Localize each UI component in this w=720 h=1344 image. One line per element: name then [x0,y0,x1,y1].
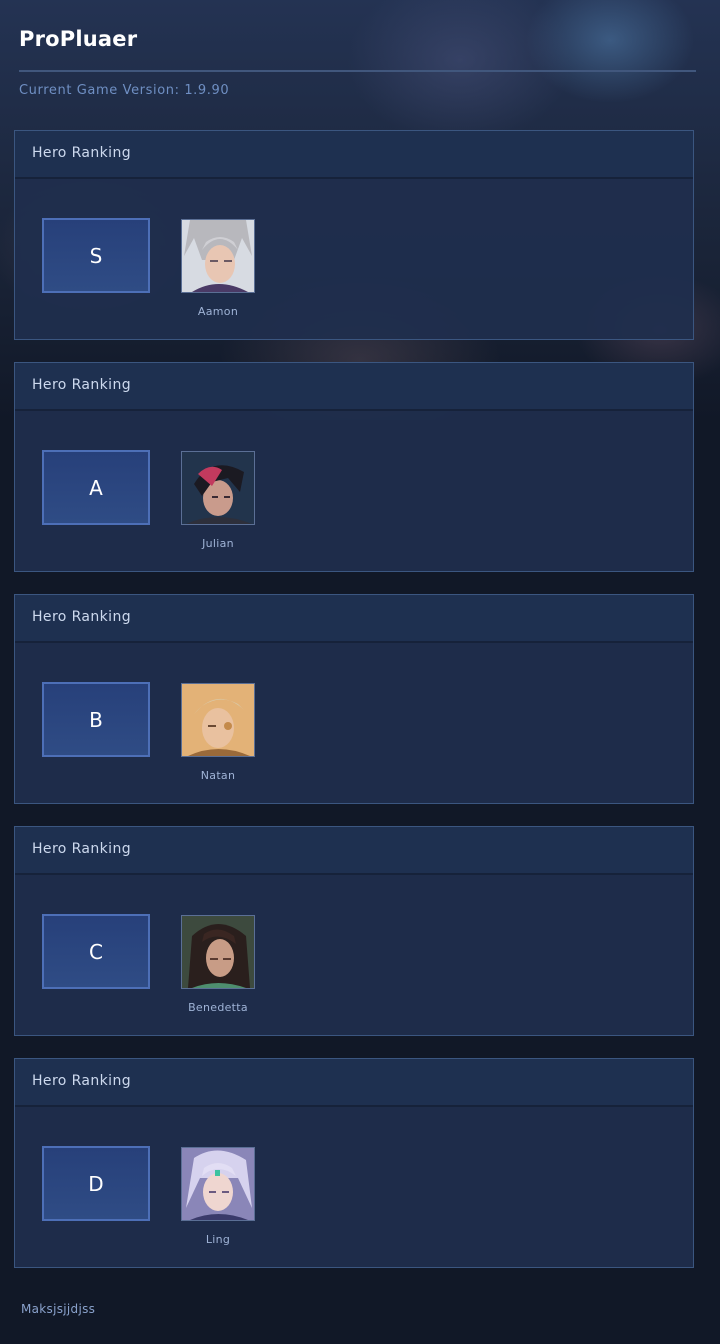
hero-name: Julian [202,537,234,550]
ling-portrait-icon[interactable] [181,1147,255,1221]
tier-badge[interactable]: B [42,682,150,757]
hero-card[interactable]: Benedetta [181,915,255,1014]
ranking-list: Hero Ranking S Aamon Hero Ranking A Juli… [14,130,696,1290]
panel-heading: Hero Ranking [15,1059,693,1107]
hero-card[interactable]: Julian [181,451,255,550]
hero-card[interactable]: Ling [181,1147,255,1246]
hero-card[interactable]: Natan [181,683,255,782]
benedetta-portrait-icon[interactable] [181,915,255,989]
panel-heading: Hero Ranking [15,595,693,643]
hero-name: Ling [205,1233,231,1246]
hero-card[interactable]: Aamon [181,219,255,318]
app-header: ProPluaer [19,24,696,56]
footer-text: Maksjsjjdjss [21,1302,96,1316]
tier-badge[interactable]: D [42,1146,150,1221]
panel-heading: Hero Ranking [15,827,693,875]
julian-portrait-icon[interactable] [181,451,255,525]
tier-badge[interactable]: C [42,914,150,989]
tier-panel-d: Hero Ranking D Ling [14,1058,694,1268]
header-divider [19,70,696,72]
panel-heading: Hero Ranking [15,363,693,411]
version-value: 1.9.90 [184,83,230,98]
natan-portrait-icon[interactable] [181,683,255,757]
hero-name: Benedetta [188,1001,248,1014]
tier-panel-a: Hero Ranking A Julian [14,362,694,572]
panel-heading: Hero Ranking [15,131,693,179]
aamon-portrait-icon[interactable] [181,219,255,293]
tier-panel-b: Hero Ranking B Natan [14,594,694,804]
hero-name: Aamon [197,305,239,318]
app-title: ProPluaer [19,27,138,51]
tier-panel-c: Hero Ranking C Benedetta [14,826,694,1036]
tier-badge[interactable]: S [42,218,150,293]
hero-name: Natan [200,769,236,782]
tier-panel-s: Hero Ranking S Aamon [14,130,694,340]
tier-badge[interactable]: A [42,450,150,525]
version-label: Current Game Version: [19,83,180,98]
game-version: Current Game Version: 1.9.90 [19,83,229,98]
